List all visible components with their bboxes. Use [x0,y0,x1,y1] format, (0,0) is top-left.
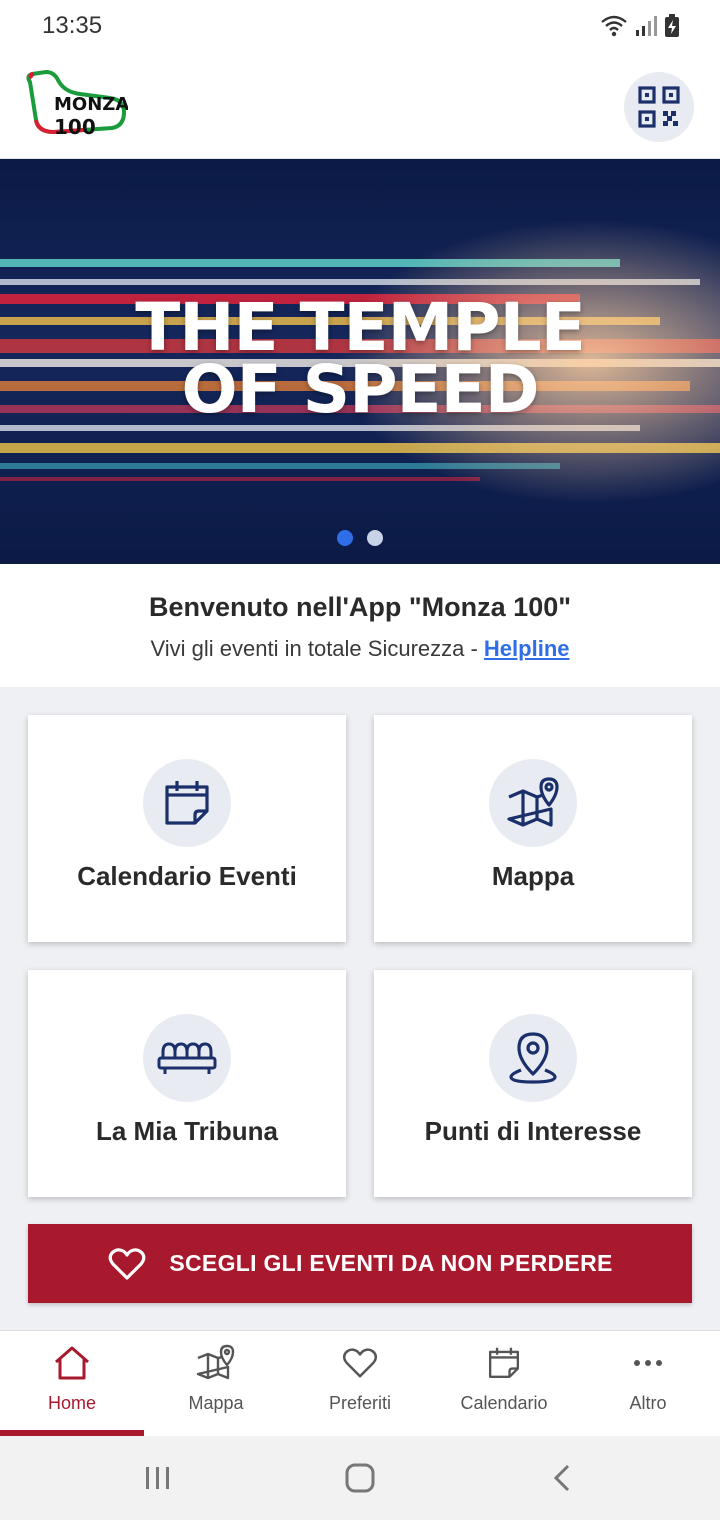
tab-home[interactable]: Home [0,1331,144,1437]
welcome-title: Benvenuto nell'App "Monza 100" [148,592,572,622]
back-button[interactable] [538,1458,586,1498]
grandstand-icon [143,1014,231,1102]
battery-icon [665,14,679,37]
tile-label: Mappa [491,861,575,891]
welcome-section: Benvenuto nell'App "Monza 100" Vivi gli … [0,564,720,687]
tab-label: Preferiti [328,1393,391,1413]
status-bar: 13:35 [0,0,720,56]
tab-label: Altro [629,1393,667,1413]
tile-punti-di-interesse[interactable]: Punti di Interesse [374,970,692,1197]
calendar-icon [143,759,231,847]
heart-icon [340,1343,380,1383]
home-system-button[interactable] [336,1458,384,1498]
recent-apps-button[interactable] [134,1458,182,1498]
qr-scan-button[interactable] [624,72,694,142]
choose-events-button[interactable]: SCEGLI GLI EVENTI DA NON PERDERE [28,1224,692,1303]
heart-icon [109,1247,146,1280]
home-icon [52,1343,92,1383]
signal-icon [636,16,657,36]
tab-calendario[interactable]: Calendario [432,1331,576,1437]
app-header: MONZA 100 [0,56,720,159]
back-chevron-icon [553,1464,570,1492]
carousel-dot-1[interactable] [337,530,353,546]
system-navigation-bar [0,1436,720,1520]
status-time: 13:35 [42,12,103,39]
home-circle-icon [345,1463,375,1493]
svg-text:MONZA: MONZA [54,94,128,115]
tab-altro[interactable]: Altro [576,1331,720,1437]
welcome-subtitle-text: Vivi gli eventi in totale Sicurezza - [150,636,484,661]
tab-label: Home [47,1393,96,1413]
carousel-dot-2[interactable] [367,530,383,546]
status-icons [600,14,680,38]
tab-mappa[interactable]: Mappa [144,1331,288,1437]
map-icon [196,1343,236,1383]
more-icon [628,1343,668,1383]
map-pin-icon [489,759,577,847]
recent-apps-icon [146,1467,169,1489]
tile-label: Calendario Eventi [77,861,297,891]
hero-title: THE TEMPLE OF SPEED [135,289,586,428]
tile-la-mia-tribuna[interactable]: La Mia Tribuna [28,970,346,1197]
carousel-dots [0,530,720,546]
monza-logo[interactable]: MONZA 100 [24,68,129,144]
tile-mappa[interactable]: Mappa [374,715,692,942]
tab-preferiti[interactable]: Preferiti [288,1331,432,1437]
cta-label: SCEGLI GLI EVENTI DA NON PERDERE [169,1250,613,1276]
bottom-tab-bar: Home Mappa Preferiti Calendario Altro [0,1330,720,1437]
welcome-subtitle: Vivi gli eventi in totale Sicurezza - He… [0,636,720,662]
svg-text:100: 100 [54,115,96,139]
wifi-icon [601,15,627,37]
hero-banner[interactable]: THE TEMPLE OF SPEED [0,159,720,564]
tile-calendario-eventi[interactable]: Calendario Eventi [28,715,346,942]
tile-label: La Mia Tribuna [95,1116,279,1146]
location-pin-icon [489,1014,577,1102]
calendar-icon [484,1343,524,1383]
tile-label: Punti di Interesse [424,1116,642,1146]
qr-code-icon [638,86,680,128]
helpline-link[interactable]: Helpline [484,636,570,661]
tab-label: Mappa [188,1393,244,1413]
tab-label: Calendario [460,1393,548,1413]
